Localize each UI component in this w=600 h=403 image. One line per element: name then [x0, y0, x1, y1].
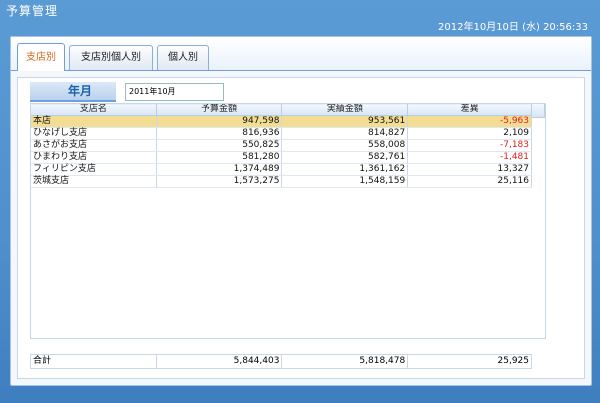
totals-actual: 5,818,478 [281, 354, 409, 369]
cell-branch: ひなげし支店 [30, 127, 157, 140]
totals-label: 合計 [30, 354, 157, 369]
scrollbar-header-cell [532, 103, 545, 118]
cell-actual: 814,827 [281, 127, 409, 140]
totals-diff: 25,925 [407, 354, 532, 369]
cell-actual: 558,008 [281, 139, 409, 152]
cell-diff: -1,481 [407, 151, 532, 164]
period-filter: 年月 [30, 82, 330, 102]
tab-branch[interactable]: 支店別 [17, 43, 65, 71]
cell-budget: 947,598 [155, 115, 283, 128]
tab-branch-individual[interactable]: 支店別個人別 [69, 45, 153, 70]
tab-bar: 支店別 支店別個人別 個人別 [11, 37, 591, 71]
footer-band [0, 389, 600, 403]
cell-branch: ひまわり支店 [30, 151, 157, 164]
cell-branch: 茨城支店 [30, 175, 157, 188]
cell-branch: あさがお支店 [30, 139, 157, 152]
table-row[interactable]: 本店 947,598 953,561 -5,963 [30, 115, 532, 128]
app-title: 予算管理 [6, 4, 59, 18]
cell-budget: 1,573,275 [155, 175, 283, 188]
totals-table: 合計 5,844,403 5,818,478 25,925 [30, 354, 532, 369]
cell-branch: フィリピン支店 [30, 163, 157, 176]
table-row[interactable]: フィリピン支店 1,374,489 1,361,162 13,327 [30, 163, 532, 176]
cell-budget: 581,280 [155, 151, 283, 164]
cell-actual: 953,561 [281, 115, 409, 128]
table-row[interactable]: ひまわり支店 581,280 582,761 -1,481 [30, 151, 532, 164]
cell-branch: 本店 [30, 115, 157, 128]
branch-table: 支店名 予算金額 実績金額 差異 本店 947,598 953,561 -5,963 ひ… [30, 103, 532, 188]
main-panel: 支店別 支店別個人別 個人別 年月 支店名 予算金額 実績金額 差異 本店947… [10, 36, 592, 386]
column-header-actual[interactable]: 実績金額 [281, 103, 409, 116]
cell-actual: 1,548,159 [281, 175, 409, 188]
cell-budget: 550,825 [155, 139, 283, 152]
table-row[interactable]: ひなげし支店 816,936 814,827 2,109 [30, 127, 532, 140]
datetime-display: 2012年10月10日 (水) 20:56:33 [438, 22, 588, 33]
cell-budget: 816,936 [155, 127, 283, 140]
period-input[interactable] [125, 83, 224, 101]
totals-budget: 5,844,403 [155, 354, 283, 369]
column-header-branch[interactable]: 支店名 [30, 103, 157, 116]
period-label: 年月 [30, 82, 116, 102]
tab-individual[interactable]: 個人別 [157, 45, 209, 70]
table-row[interactable]: あさがお支店 550,825 558,008 -7,183 [30, 139, 532, 152]
cell-actual: 1,361,162 [281, 163, 409, 176]
table-header-row: 支店名 予算金額 実績金額 差異 [30, 103, 532, 116]
table-row[interactable]: 茨城支店 1,573,275 1,548,159 25,116 [30, 175, 532, 188]
cell-budget: 1,374,489 [155, 163, 283, 176]
cell-diff: 2,109 [407, 127, 532, 140]
cell-diff: 25,116 [407, 175, 532, 188]
totals-row: 合計 5,844,403 5,818,478 25,925 [30, 354, 532, 369]
cell-diff: -7,183 [407, 139, 532, 152]
cell-actual: 582,761 [281, 151, 409, 164]
column-header-diff[interactable]: 差異 [407, 103, 532, 116]
cell-diff: -5,963 [407, 115, 532, 128]
column-header-budget[interactable]: 予算金額 [155, 103, 283, 116]
cell-diff: 13,327 [407, 163, 532, 176]
content-area: 年月 支店名 予算金額 実績金額 差異 本店947,598953,561-5,9… [17, 77, 585, 379]
